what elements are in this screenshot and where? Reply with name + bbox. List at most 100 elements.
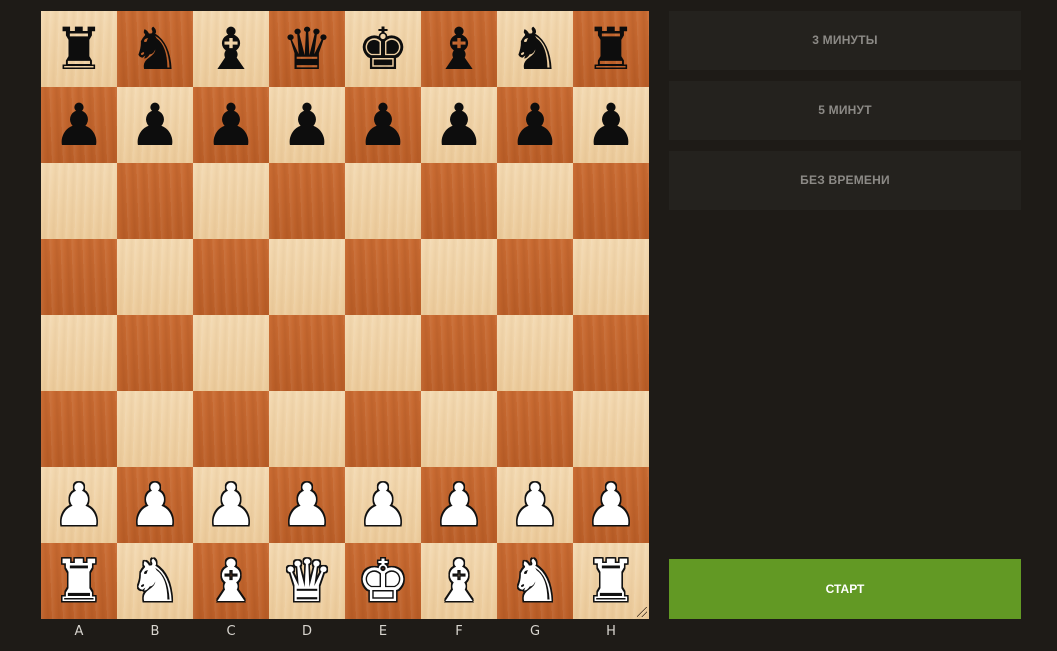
- white-pawn-icon[interactable]: ♟: [129, 467, 181, 543]
- square-d4[interactable]: [269, 315, 345, 391]
- black-rook-icon[interactable]: ♜: [585, 11, 637, 87]
- square-c7[interactable]: ♟: [193, 87, 269, 163]
- square-b8[interactable]: ♞: [117, 11, 193, 87]
- square-e2[interactable]: ♟: [345, 467, 421, 543]
- square-f7[interactable]: ♟: [421, 87, 497, 163]
- square-a6[interactable]: [41, 163, 117, 239]
- black-pawn-icon[interactable]: ♟: [509, 87, 561, 163]
- square-c8[interactable]: ♝: [193, 11, 269, 87]
- square-c6[interactable]: [193, 163, 269, 239]
- square-h5[interactable]: [573, 239, 649, 315]
- square-h3[interactable]: [573, 391, 649, 467]
- black-pawn-icon[interactable]: ♟: [357, 87, 409, 163]
- white-rook-icon[interactable]: ♜: [585, 543, 637, 619]
- square-f8[interactable]: ♝: [421, 11, 497, 87]
- square-e7[interactable]: ♟: [345, 87, 421, 163]
- square-f4[interactable]: [421, 315, 497, 391]
- square-b3[interactable]: [117, 391, 193, 467]
- white-pawn-icon[interactable]: ♟: [585, 467, 637, 543]
- white-pawn-icon[interactable]: ♟: [509, 467, 561, 543]
- square-h4[interactable]: [573, 315, 649, 391]
- square-c1[interactable]: ♝: [193, 543, 269, 619]
- square-a5[interactable]: [41, 239, 117, 315]
- black-pawn-icon[interactable]: ♟: [433, 87, 485, 163]
- square-e5[interactable]: [345, 239, 421, 315]
- board-resize-handle[interactable]: [637, 607, 647, 617]
- square-g7[interactable]: ♟: [497, 87, 573, 163]
- white-pawn-icon[interactable]: ♟: [281, 467, 333, 543]
- square-e8[interactable]: ♚: [345, 11, 421, 87]
- white-bishop-icon[interactable]: ♝: [433, 543, 485, 619]
- square-d8[interactable]: ♛: [269, 11, 345, 87]
- chess-board[interactable]: ♜ ♞ ♝ ♛ ♚ ♝ ♞ ♜ ♟ ♟ ♟ ♟ ♟ ♟ ♟ ♟ ♟ ♟ ♟ ♟ ♟ ♟ ♟ ♟ ♜ ♞ ♝ ♛ ♚ ♝ ♞ ♜: [41, 11, 649, 619]
- square-g3[interactable]: [497, 391, 573, 467]
- square-d1[interactable]: ♛: [269, 543, 345, 619]
- square-d2[interactable]: ♟: [269, 467, 345, 543]
- square-a7[interactable]: ♟: [41, 87, 117, 163]
- black-pawn-icon[interactable]: ♟: [585, 87, 637, 163]
- square-a1[interactable]: ♜: [41, 543, 117, 619]
- square-b7[interactable]: ♟: [117, 87, 193, 163]
- square-e4[interactable]: [345, 315, 421, 391]
- white-knight-icon[interactable]: ♞: [129, 543, 181, 619]
- square-g4[interactable]: [497, 315, 573, 391]
- square-c5[interactable]: [193, 239, 269, 315]
- start-button[interactable]: СТАРТ: [669, 559, 1021, 619]
- white-pawn-icon[interactable]: ♟: [205, 467, 257, 543]
- square-a2[interactable]: ♟: [41, 467, 117, 543]
- square-e3[interactable]: [345, 391, 421, 467]
- square-h8[interactable]: ♜: [573, 11, 649, 87]
- square-f1[interactable]: ♝: [421, 543, 497, 619]
- white-pawn-icon[interactable]: ♟: [357, 467, 409, 543]
- square-d3[interactable]: [269, 391, 345, 467]
- square-e1[interactable]: ♚: [345, 543, 421, 619]
- square-h6[interactable]: [573, 163, 649, 239]
- time-control-no-time-button[interactable]: БЕЗ ВРЕМЕНИ: [669, 151, 1021, 210]
- square-g6[interactable]: [497, 163, 573, 239]
- square-h7[interactable]: ♟: [573, 87, 649, 163]
- square-c2[interactable]: ♟: [193, 467, 269, 543]
- square-b1[interactable]: ♞: [117, 543, 193, 619]
- white-knight-icon[interactable]: ♞: [509, 543, 561, 619]
- square-d6[interactable]: [269, 163, 345, 239]
- white-bishop-icon[interactable]: ♝: [205, 543, 257, 619]
- square-f2[interactable]: ♟: [421, 467, 497, 543]
- white-pawn-icon[interactable]: ♟: [433, 467, 485, 543]
- square-g2[interactable]: ♟: [497, 467, 573, 543]
- square-f5[interactable]: [421, 239, 497, 315]
- square-g8[interactable]: ♞: [497, 11, 573, 87]
- black-pawn-icon[interactable]: ♟: [281, 87, 333, 163]
- square-a3[interactable]: [41, 391, 117, 467]
- black-bishop-icon[interactable]: ♝: [205, 11, 257, 87]
- square-h2[interactable]: ♟: [573, 467, 649, 543]
- square-c4[interactable]: [193, 315, 269, 391]
- black-pawn-icon[interactable]: ♟: [129, 87, 181, 163]
- white-queen-icon[interactable]: ♛: [281, 543, 333, 619]
- square-f3[interactable]: [421, 391, 497, 467]
- time-control-5-min-button[interactable]: 5 МИНУТ: [669, 81, 1021, 140]
- square-d7[interactable]: ♟: [269, 87, 345, 163]
- square-d5[interactable]: [269, 239, 345, 315]
- black-knight-icon[interactable]: ♞: [129, 11, 181, 87]
- square-a8[interactable]: ♜: [41, 11, 117, 87]
- square-g1[interactable]: ♞: [497, 543, 573, 619]
- black-pawn-icon[interactable]: ♟: [205, 87, 257, 163]
- black-bishop-icon[interactable]: ♝: [433, 11, 485, 87]
- white-rook-icon[interactable]: ♜: [53, 543, 105, 619]
- square-h1[interactable]: ♜: [573, 543, 649, 619]
- black-rook-icon[interactable]: ♜: [53, 11, 105, 87]
- square-b4[interactable]: [117, 315, 193, 391]
- square-a4[interactable]: [41, 315, 117, 391]
- white-king-icon[interactable]: ♚: [357, 543, 409, 619]
- square-b2[interactable]: ♟: [117, 467, 193, 543]
- square-f6[interactable]: [421, 163, 497, 239]
- square-e6[interactable]: [345, 163, 421, 239]
- black-king-icon[interactable]: ♚: [357, 11, 409, 87]
- square-b6[interactable]: [117, 163, 193, 239]
- black-queen-icon[interactable]: ♛: [281, 11, 333, 87]
- square-b5[interactable]: [117, 239, 193, 315]
- square-g5[interactable]: [497, 239, 573, 315]
- time-control-3-min-button[interactable]: 3 МИНУТЫ: [669, 11, 1021, 70]
- white-pawn-icon[interactable]: ♟: [53, 467, 105, 543]
- black-pawn-icon[interactable]: ♟: [53, 87, 105, 163]
